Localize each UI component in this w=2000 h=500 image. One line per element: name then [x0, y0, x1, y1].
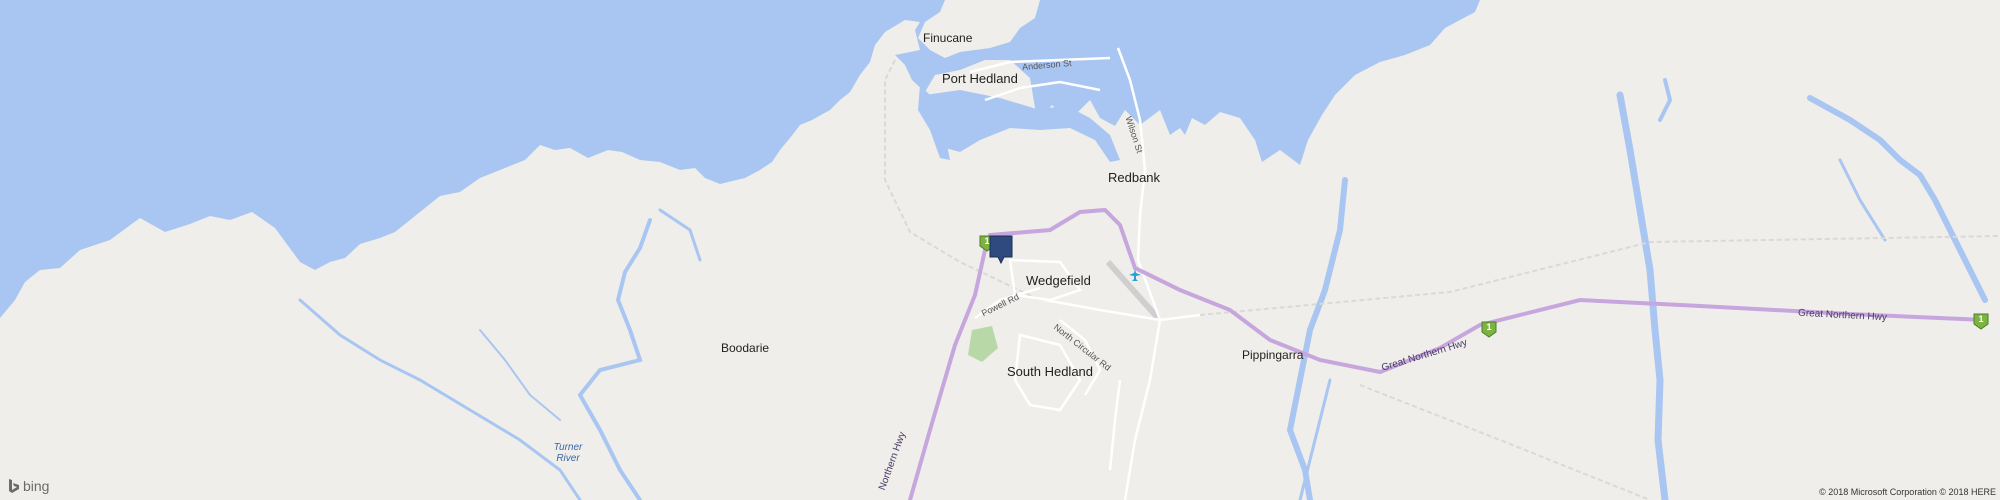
place-label-pippingarra: Pippingarra [1242, 348, 1304, 362]
copyright-notice: © 2018 Microsoft Corporation © 2018 HERE [1819, 487, 1996, 497]
place-label-finucane: Finucane [923, 31, 973, 45]
place-label-port-hedland: Port Hedland [942, 71, 1018, 86]
place-label-redbank: Redbank [1108, 170, 1161, 185]
airplane-icon [1128, 268, 1142, 287]
bing-logo[interactable]: bing [8, 478, 49, 494]
place-label-wedgefield: Wedgefield [1026, 273, 1091, 288]
route-shield-center-number: 1 [1486, 322, 1492, 332]
bing-logo-text: bing [23, 478, 50, 494]
place-label-south-hedland: South Hedland [1007, 364, 1094, 379]
bing-logo-icon [9, 479, 19, 493]
route-shield-east: 1 [1972, 312, 1990, 330]
route-shield-east-number: 1 [1978, 314, 1984, 324]
location-pin-icon[interactable] [989, 235, 1013, 270]
map-view[interactable]: Finucane Port Hedland Redbank Wedgefield… [0, 0, 2000, 500]
place-label-boodarie: Boodarie [721, 341, 770, 355]
river-label-turner: Turner River [553, 442, 583, 464]
route-shield-center: 1 [1480, 320, 1498, 338]
